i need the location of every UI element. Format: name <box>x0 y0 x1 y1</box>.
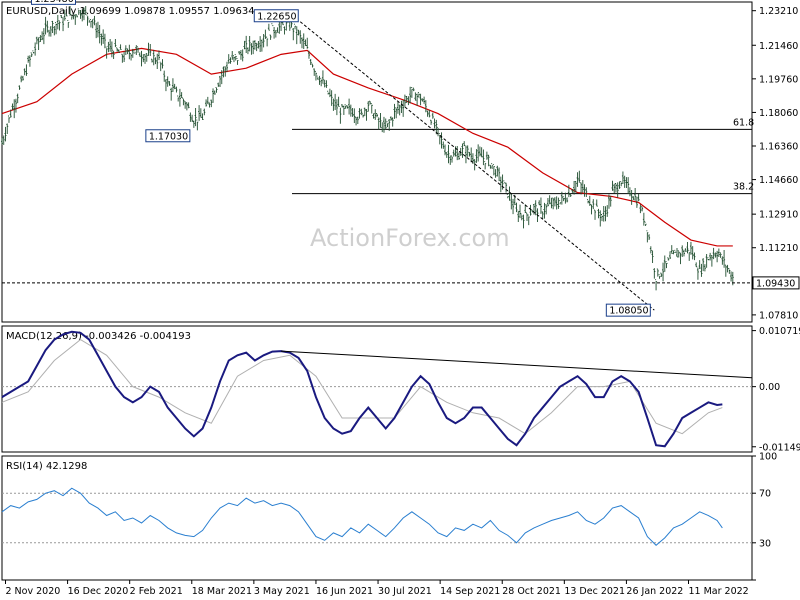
xtick-label: 30 Jul 2021 <box>378 586 432 597</box>
price-label: 1.23480 <box>34 0 73 5</box>
xtick-label: 28 Oct 2021 <box>502 586 561 597</box>
price-ytick-label: 1.16360 <box>759 142 798 153</box>
price-ytick-label: 1.19760 <box>759 74 798 85</box>
xtick-label: 2 Nov 2020 <box>5 586 60 597</box>
rsi-ytick-label: 100 <box>759 452 777 463</box>
chart-canvas: ActionForex.com EURUSD,Daily 1.09699 1.09… <box>1 0 800 597</box>
xtick-label: 13 Dec 2021 <box>564 586 625 597</box>
xtick-label: 14 Sep 2021 <box>440 586 500 597</box>
price-label: 1.22650 <box>257 11 296 22</box>
watermark: ActionForex.com <box>310 224 510 252</box>
price-ytick-label: 1.11210 <box>759 243 798 254</box>
price-ytick-label: 1.18060 <box>759 108 798 119</box>
price-panel <box>1 1 753 323</box>
xtick-label: 3 May 2021 <box>254 586 310 597</box>
rsi-title: RSI(14) 42.1298 <box>6 461 87 472</box>
rsi-panel <box>1 455 753 581</box>
macd-ytick-label: 0.00 <box>759 382 780 393</box>
xtick-label: 11 Mar 2022 <box>689 586 749 597</box>
rsi-ytick-label: 30 <box>759 538 771 549</box>
macd-ytick-label: 0.010719 <box>759 326 800 337</box>
xtick-label: 18 Mar 2021 <box>192 586 252 597</box>
price-ytick-label: 1.14660 <box>759 175 798 186</box>
xtick-label: 2 Feb 2021 <box>130 586 183 597</box>
price-label: 1.08050 <box>609 306 648 317</box>
price-header: EURUSD,Daily 1.09699 1.09878 1.09557 1.0… <box>6 6 255 17</box>
price-ytick-label: 1.07810 <box>759 310 798 321</box>
price-ytick-label: 1.23210 <box>759 6 798 17</box>
macd-panel <box>1 325 753 453</box>
rsi-ytick-label: 70 <box>759 489 771 500</box>
fib-label: 61.8 <box>733 117 754 128</box>
fib-label: 38.2 <box>733 182 754 193</box>
price-ytick-label: 1.12910 <box>759 210 798 221</box>
price-ytick-label: 1.21460 <box>759 41 798 52</box>
price-label: 1.17030 <box>149 131 188 142</box>
xtick-label: 16 Jun 2021 <box>316 586 373 597</box>
macd-title: MACD(12,26,9) -0.003426 -0.004193 <box>6 331 191 342</box>
xtick-label: 26 Jan 2022 <box>626 586 683 597</box>
current-price-label: 1.09430 <box>756 278 795 289</box>
chart-root: ActionForex.com EURUSD,Daily 1.09699 1.09… <box>0 0 800 600</box>
xtick-label: 16 Dec 2020 <box>68 586 129 597</box>
